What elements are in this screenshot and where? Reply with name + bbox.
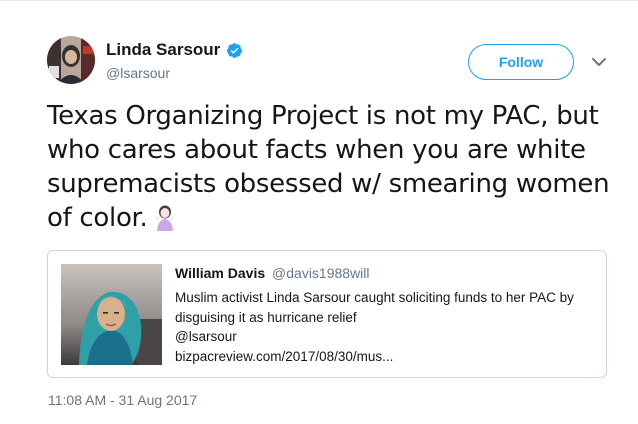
chevron-down-icon[interactable] <box>590 55 608 69</box>
quoted-text-line: Muslim activist Linda Sarsour caught sol… <box>175 290 574 305</box>
author-name[interactable]: Linda Sarsour <box>106 40 220 60</box>
quoted-tweet-image[interactable] <box>61 264 162 365</box>
tweet-card: Linda Sarsour @lsarsour Follow Texas Org… <box>0 0 638 424</box>
quoted-author-name[interactable]: William Davis <box>175 265 265 281</box>
quoted-tweet-text: Muslim activist Linda Sarsour caught sol… <box>175 288 595 366</box>
tweet-text: Texas Organizing Project is not my PAC, … <box>47 101 610 233</box>
tweet-body: Texas Organizing Project is not my PAC, … <box>47 99 622 235</box>
author-avatar[interactable] <box>47 36 95 84</box>
quoted-mention[interactable]: @lsarsour <box>175 327 595 347</box>
author-handle[interactable]: @lsarsour <box>106 65 170 81</box>
author-name-row: Linda Sarsour <box>106 40 243 60</box>
follow-button[interactable]: Follow <box>468 44 574 80</box>
quoted-tweet-header: William Davis @davis1988will <box>175 265 370 281</box>
verified-badge-icon <box>227 42 243 58</box>
quoted-text-line: disguising it as hurricane relief <box>175 309 357 325</box>
quoted-tweet[interactable]: William Davis @davis1988will Muslim acti… <box>47 250 607 378</box>
quoted-link[interactable]: bizpacreview.com/2017/08/30/mus... <box>175 347 595 367</box>
quoted-photo <box>61 264 162 365</box>
woman-shrugging-emoji <box>154 205 175 231</box>
tweet-timestamp[interactable]: 11:08 AM - 31 Aug 2017 <box>48 392 197 408</box>
quoted-author-handle[interactable]: @davis1988will <box>272 265 369 281</box>
avatar-image <box>47 36 95 84</box>
